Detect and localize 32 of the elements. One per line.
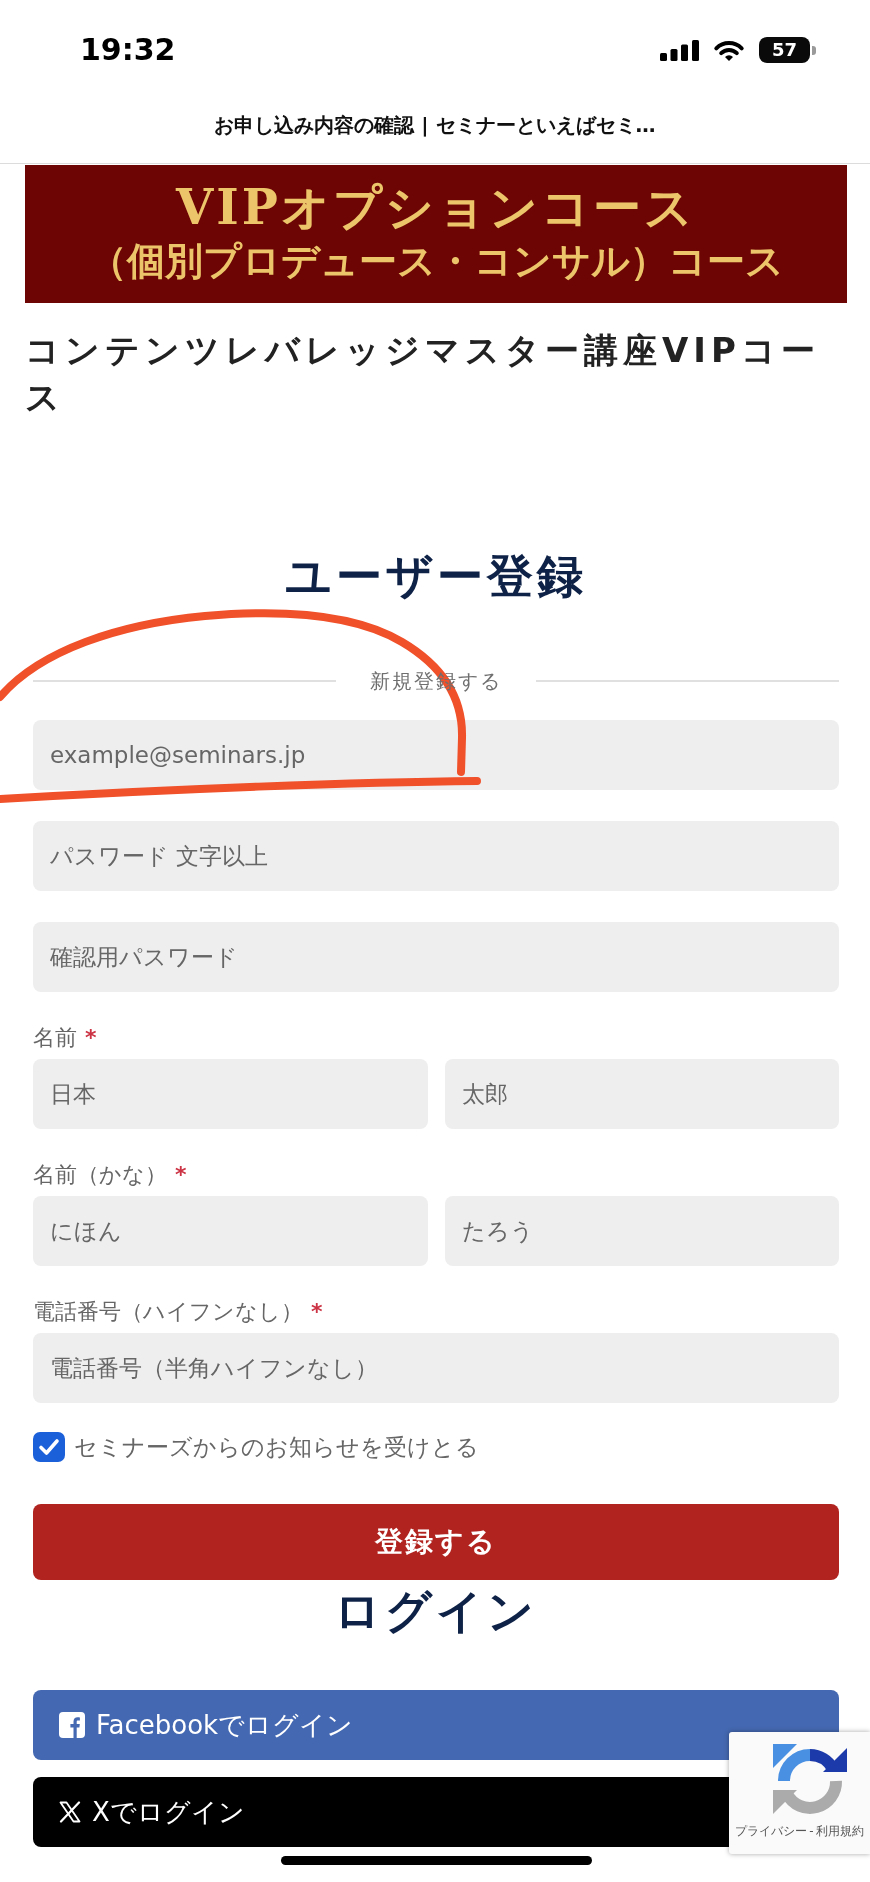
checkbox[interactable]: [33, 1432, 65, 1462]
input-field[interactable]: 確認用パスワード: [33, 922, 839, 992]
course-title: コンテンツレバレッジマスター講座VIPコース: [25, 329, 821, 419]
battery-indicator: 57: [759, 37, 816, 63]
checkbox-label: セミナーズからのお知らせを受けとる: [74, 1433, 479, 1462]
field-label: 名前: [33, 1024, 77, 1052]
input-field[interactable]: たろう: [444, 1196, 839, 1266]
page-title: お申し込み内容の確認 | セミナーといえばセミ…: [214, 113, 656, 137]
privacy-link[interactable]: プライバシー: [735, 1823, 808, 1839]
x-logo-icon: [59, 1801, 81, 1823]
required-mark: *: [85, 1024, 97, 1052]
status-time: 19:32: [80, 35, 176, 65]
section-heading: ログイン: [333, 1586, 539, 1636]
input-field[interactable]: 日本: [33, 1059, 428, 1129]
facebook-icon: [59, 1712, 85, 1738]
signal-icon: [660, 39, 699, 61]
banner-text: VIPオプションコース: [176, 180, 696, 234]
field-label: 電話番号（ハイフンなし）: [33, 1298, 303, 1326]
input-field[interactable]: example@seminars.jp: [33, 720, 839, 790]
register-button[interactable]: 登録する: [33, 1504, 839, 1580]
input-field[interactable]: 太郎: [444, 1059, 839, 1129]
wifi-icon: [712, 38, 746, 62]
banner-text: （個別プロデュース・コンサル）コース: [88, 237, 784, 285]
input-field[interactable]: にほん: [33, 1196, 428, 1266]
required-mark: *: [311, 1298, 323, 1326]
input-field[interactable]: パスワード 文字以上: [33, 821, 839, 891]
field-label: 名前（かな）: [33, 1161, 167, 1189]
section-heading: ユーザー登録: [284, 548, 588, 605]
required-mark: *: [175, 1161, 187, 1189]
input-field[interactable]: 電話番号（半角ハイフンなし）: [33, 1333, 839, 1403]
facebook-login-button[interactable]: Facebookでログイン: [33, 1690, 839, 1760]
link-separator: -: [809, 1823, 814, 1839]
